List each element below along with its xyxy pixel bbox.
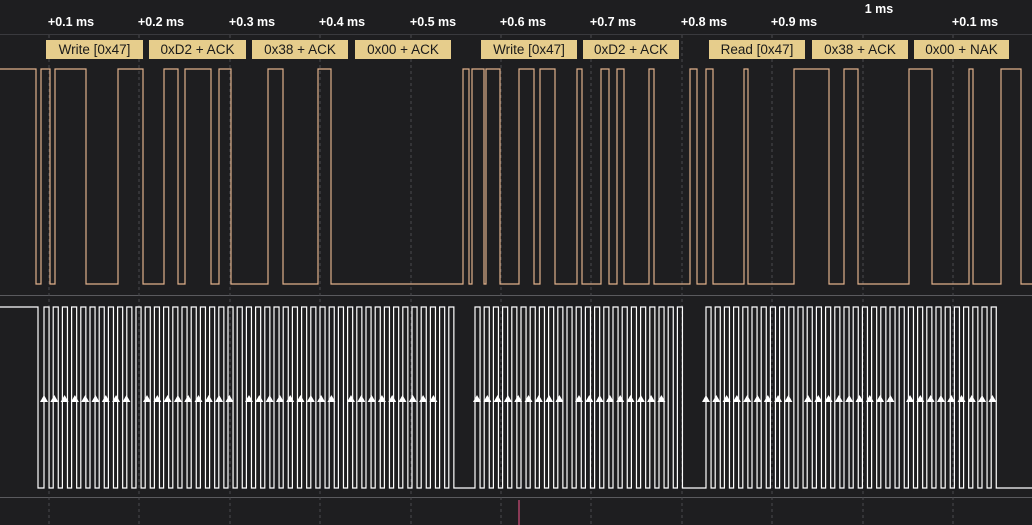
rising-edge-arrow-icon bbox=[122, 395, 131, 402]
rising-edge-arrow-icon bbox=[163, 395, 172, 402]
rising-edge-arrow-icon bbox=[595, 395, 604, 402]
rising-edge-arrow-icon bbox=[225, 395, 234, 402]
decode-label-3[interactable]: 0x00 + ACK bbox=[355, 40, 451, 59]
rising-edge-arrow-icon bbox=[173, 395, 182, 402]
rising-edge-arrow-icon bbox=[81, 395, 90, 402]
decode-label-2[interactable]: 0x38 + ACK bbox=[252, 40, 348, 59]
rising-edge-arrow-icon bbox=[585, 395, 594, 402]
sda-channel-trace[interactable] bbox=[0, 68, 1032, 285]
logic-analyzer-view: +0.1 ms +0.2 ms +0.3 ms +0.4 ms +0.5 ms … bbox=[0, 0, 1032, 525]
decode-label-4[interactable]: Write [0x47] bbox=[481, 40, 577, 59]
rising-edge-arrow-icon bbox=[91, 395, 100, 402]
rising-edge-arrow-icon bbox=[978, 395, 987, 402]
rising-edge-arrow-icon bbox=[215, 395, 224, 402]
rising-edge-arrow-icon bbox=[926, 395, 935, 402]
rising-edge-arrow-icon bbox=[398, 395, 407, 402]
rising-edge-arrow-icon bbox=[255, 395, 264, 402]
rising-edge-arrow-icon bbox=[845, 395, 854, 402]
rising-edge-arrow-icon bbox=[616, 395, 625, 402]
rising-edge-arrow-icon bbox=[743, 395, 752, 402]
rising-edge-arrow-icon bbox=[408, 395, 417, 402]
playhead-cursor[interactable] bbox=[518, 500, 520, 525]
decode-label-1[interactable]: 0xD2 + ACK bbox=[149, 40, 246, 59]
rising-edge-arrow-icon bbox=[357, 395, 366, 402]
rising-edge-arrow-icon bbox=[834, 395, 843, 402]
rising-edge-arrow-icon bbox=[702, 395, 710, 402]
decode-label-5[interactable]: 0xD2 + ACK bbox=[583, 40, 679, 59]
rising-edge-arrow-icon bbox=[753, 395, 762, 402]
rising-edge-arrow-icon bbox=[784, 395, 793, 402]
rising-edge-arrow-icon bbox=[876, 395, 885, 402]
rising-edge-arrow-icon bbox=[306, 395, 315, 402]
rising-edge-arrow-icon bbox=[503, 395, 512, 402]
decode-label-8[interactable]: 0x00 + NAK bbox=[914, 40, 1009, 59]
rising-edge-arrow-icon bbox=[906, 395, 914, 402]
decode-label-7[interactable]: 0x38 + ACK bbox=[812, 40, 908, 59]
rising-edge-arrow-icon bbox=[636, 395, 645, 402]
rising-edge-arrow-icon bbox=[265, 395, 274, 402]
rising-edge-arrow-icon bbox=[886, 395, 895, 402]
rising-edge-arrow-icon bbox=[957, 395, 966, 402]
rising-edge-arrow-icon bbox=[534, 395, 543, 402]
rising-edge-arrow-icon bbox=[367, 395, 376, 402]
rising-edge-arrow-icon bbox=[712, 395, 721, 402]
rising-edge-arrow-icon bbox=[317, 395, 326, 402]
rising-edge-arrow-icon bbox=[647, 395, 656, 402]
rising-edge-arrow-icon bbox=[804, 395, 812, 402]
decode-label-0[interactable]: Write [0x47] bbox=[46, 40, 143, 59]
rising-edge-arrow-icon bbox=[988, 395, 997, 402]
rising-edge-arrow-icon bbox=[40, 395, 48, 402]
rising-edge-arrow-icon bbox=[936, 395, 945, 402]
decode-label-6[interactable]: Read [0x47] bbox=[709, 40, 805, 59]
rising-edge-arrow-icon bbox=[555, 395, 564, 402]
rising-edge-arrow-icon bbox=[545, 395, 554, 402]
scl-channel-trace[interactable] bbox=[0, 306, 1032, 489]
waveform-canvas[interactable] bbox=[0, 0, 1032, 525]
rising-edge-arrow-icon bbox=[50, 395, 59, 402]
rising-edge-arrow-icon bbox=[493, 395, 502, 402]
